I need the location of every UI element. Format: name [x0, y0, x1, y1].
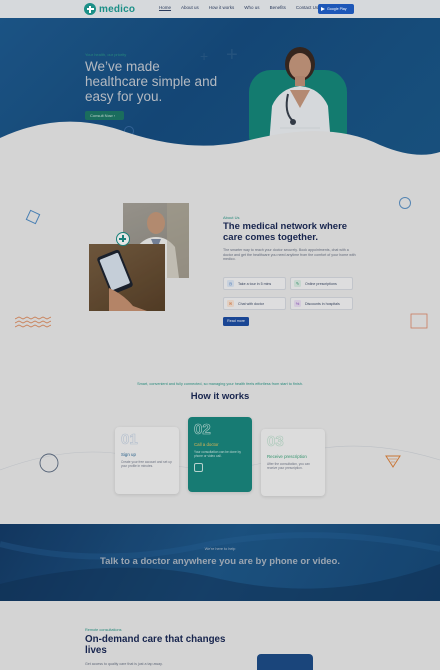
play-store-icon [321, 6, 325, 11]
check-icon [194, 463, 203, 473]
triangle-decoration [385, 455, 401, 468]
about-eyebrow: About Us [223, 215, 240, 220]
step-card-prescription[interactable]: 03 Receive prescription After the consul… [261, 429, 325, 496]
ondemand-image [257, 654, 313, 670]
ondemand-description: Get access to quality care that is just … [85, 662, 163, 666]
step-number: 02 [194, 421, 211, 438]
feature-tour: ◷ Take a tour in 5 mins [223, 277, 286, 290]
phone-in-hand-figure [97, 249, 147, 311]
medical-cross-badge-icon [116, 232, 130, 246]
banner-eyebrow: We're here to help [204, 547, 236, 551]
top-nav: medico Home About us How it works Who us… [0, 0, 440, 18]
banner-title: Talk to a doctor anywhere you are by pho… [99, 556, 340, 567]
step-title: Call a doctor [194, 442, 219, 447]
step-description: Your consultation can be done by phone o… [194, 450, 242, 459]
clock-icon: ◷ [227, 280, 234, 287]
how-title: How it works [190, 391, 250, 402]
nav-link-about[interactable]: About us [181, 5, 199, 10]
hero-title: We’ve made healthcare simple and easy fo… [85, 59, 218, 104]
read-more-button[interactable]: Read more [223, 317, 249, 326]
step-card-sign-up[interactable]: 01 Sign up Create your free account and … [115, 427, 179, 494]
medical-cross-icon [84, 3, 96, 15]
step-description: After the consultation, you can receive … [267, 462, 310, 471]
hero-wave [0, 121, 440, 180]
feature-label: Chat with doctor [238, 301, 264, 306]
nav-link-contact[interactable]: Contact Us [296, 5, 318, 10]
step-description: Create your free account and set up your… [121, 460, 172, 469]
ring-decoration [399, 197, 411, 209]
feature-chat: ✉ Chat with doctor [223, 297, 286, 310]
logo-text: medico [99, 3, 136, 15]
feature-discounts: % Discounts in hospitals [290, 297, 353, 310]
how-eyebrow: Smart, convenient and fully connected, s… [137, 382, 303, 386]
square-decoration [25, 209, 41, 225]
discount-icon: % [294, 300, 301, 307]
phone-app-photo [89, 244, 165, 311]
landing-page: + + Your health, our priority We’ve made… [0, 0, 440, 670]
step-title: Receive prescription [267, 454, 307, 459]
prescription-icon: ✎ [294, 280, 301, 287]
nav-link-how-it-works[interactable]: How it works [209, 5, 235, 10]
plus-decoration-icon: + [226, 44, 238, 66]
google-play-button[interactable]: Google Play [318, 4, 354, 14]
nav-link-home[interactable]: Home [159, 5, 171, 10]
feature-label: Take a tour in 5 mins [238, 281, 272, 286]
step-title: Sign up [121, 452, 136, 457]
hero-eyebrow: Your health, our priority [85, 52, 127, 57]
hero-section: + + Your health, our priority We’ve made… [0, 0, 440, 180]
nav-link-benefits[interactable]: Benefits [270, 5, 286, 10]
medico-logo[interactable]: medico [84, 3, 135, 15]
chat-icon: ✉ [227, 300, 234, 307]
nav-link-who-us[interactable]: Who us [244, 5, 259, 10]
zigzag-decoration [15, 316, 51, 328]
ondemand-title: On-demand care that changes lives [85, 634, 226, 656]
step-card-call-doctor[interactable]: 02 Call a doctor Your consultation can b… [188, 417, 252, 492]
square-outline-decoration [410, 313, 428, 329]
feature-label: Online prescriptions [305, 281, 337, 286]
ring-decoration [39, 453, 59, 473]
ondemand-eyebrow: Remote consultations [85, 628, 122, 632]
nav-links: Home About us How it works Who us Benefi… [159, 5, 318, 10]
about-description: The smarter way to reach your doctor sec… [223, 248, 356, 262]
step-number: 01 [121, 431, 138, 448]
step-number: 03 [267, 433, 284, 450]
google-play-label: Google Play [327, 7, 347, 11]
feature-label: Discounts in hospitals [305, 301, 340, 306]
feature-prescriptions: ✎ Online prescriptions [290, 277, 353, 290]
about-title: The medical network where care comes tog… [223, 221, 348, 243]
